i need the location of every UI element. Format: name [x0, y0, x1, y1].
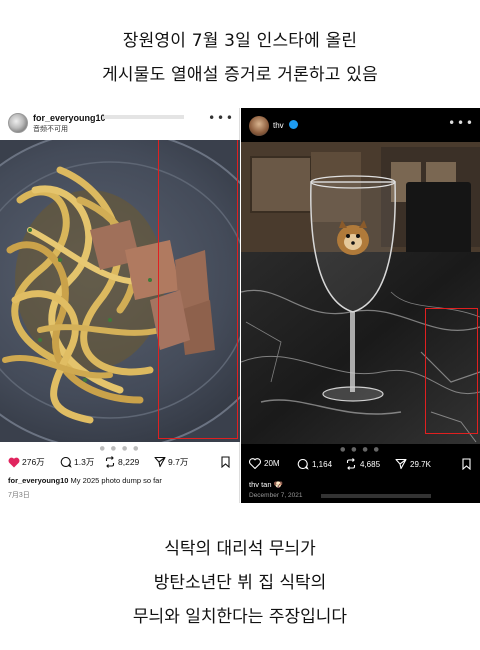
right-save-button[interactable]	[461, 458, 472, 470]
left-music-label[interactable]: 音频不可用	[33, 124, 68, 134]
left-post-date: 7月3日	[8, 492, 30, 499]
verified-badge-icon	[289, 120, 298, 129]
right-blurred-credit	[321, 494, 431, 498]
repost-icon	[105, 456, 115, 468]
right-post-photo	[241, 142, 480, 444]
send-icon	[154, 456, 166, 468]
left-like-button[interactable]: 276万	[8, 456, 45, 468]
headline-line-2: 게시물도 열애설 증거로 거론하고 있음	[102, 65, 378, 85]
bookmark-icon	[462, 458, 471, 470]
bookmark-icon	[221, 456, 230, 468]
right-likes-count: 20M	[264, 459, 280, 468]
left-username[interactable]: for_everyoung10	[33, 113, 106, 123]
left-post-photo	[0, 140, 240, 442]
repost-icon	[346, 458, 356, 470]
caption-line-3: 무늬와 일치한다는 주장입니다	[132, 607, 348, 627]
left-marble-highlight-box	[158, 140, 238, 439]
left-instagram-post: for_everyoung10 音频不可用 • • • ● ● ● ● 276万…	[0, 108, 240, 503]
right-comment-button[interactable]: 1,164	[297, 458, 332, 470]
right-post-header: thv • • •	[241, 108, 480, 142]
right-share-button[interactable]: 29.7K	[395, 458, 431, 470]
left-blurred-label	[104, 115, 184, 119]
left-caption: for_everyoung10 My 2025 photo dump so fa…	[8, 476, 162, 485]
right-more-icon[interactable]: • • •	[448, 116, 473, 130]
left-avatar[interactable]	[8, 113, 28, 133]
right-carousel-dots: ● ● ● ●	[340, 446, 381, 453]
right-username[interactable]: thv	[273, 121, 284, 130]
comment-icon	[60, 456, 72, 468]
right-action-bar: 20M 1,164 4,685 29.7K	[249, 458, 475, 472]
left-caption-user[interactable]: for_everyoung10	[8, 476, 68, 485]
right-shares-count: 29.7K	[410, 459, 431, 469]
right-comments-count: 1,164	[312, 459, 333, 469]
right-avatar[interactable]	[249, 116, 269, 136]
left-more-icon[interactable]: • • •	[208, 111, 233, 125]
right-reposts-count: 4,685	[360, 459, 381, 469]
right-like-button[interactable]: 20M	[249, 458, 280, 469]
left-share-button[interactable]: 9.7万	[154, 456, 188, 468]
heart-icon	[8, 457, 20, 467]
left-carousel-dots: ● ● ● ●	[99, 445, 141, 452]
send-icon	[395, 458, 407, 470]
right-caption: thv tan 🐶	[249, 480, 283, 489]
left-post-header: for_everyoung10 音频不可用 • • •	[0, 108, 240, 140]
left-repost-button[interactable]: 8,229	[104, 456, 139, 468]
right-post-date: December 7, 2021	[249, 492, 303, 499]
left-reposts-count: 8,229	[118, 457, 140, 467]
comment-icon	[297, 458, 309, 470]
caption-line-1: 식탁의 대리석 무늬가	[164, 539, 316, 559]
right-repost-button[interactable]: 4,685	[345, 458, 380, 470]
left-caption-text: My 2025 photo dump so far	[68, 476, 162, 485]
left-action-bar: 276万 1.3万 8,229 9.7万	[8, 456, 234, 470]
left-likes-count: 276万	[22, 457, 45, 467]
left-comment-button[interactable]: 1.3万	[60, 456, 94, 468]
right-marble-highlight-box	[425, 308, 478, 434]
headline-line-1: 장원영이 7월 3일 인스타에 올린	[122, 31, 358, 51]
caption-line-2: 방탄소년단 뷔 집 식탁의	[153, 573, 327, 593]
left-save-button[interactable]	[220, 456, 231, 468]
right-instagram-post: thv • • • ● ● ● ● 20M 1,164 4,685 29.7K …	[241, 108, 480, 503]
left-shares-count: 9.7万	[168, 457, 189, 467]
small-dog	[337, 220, 369, 255]
heart-outline-icon	[249, 458, 261, 469]
left-comments-count: 1.3万	[74, 457, 95, 467]
